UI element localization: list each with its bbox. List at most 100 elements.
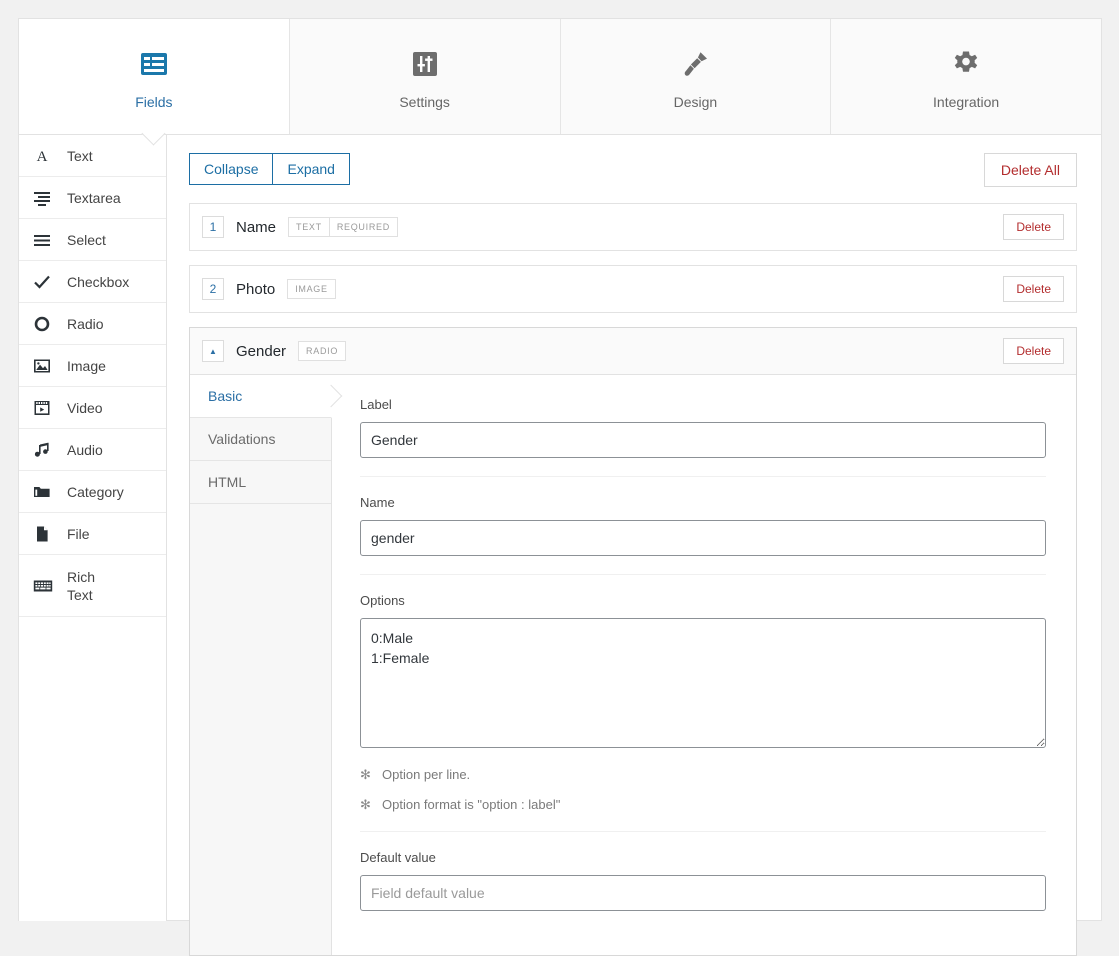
tab-basic-label: Basic — [208, 388, 243, 404]
sidebar-item-file-label: File — [67, 525, 90, 542]
tab-integration[interactable]: Integration — [831, 19, 1101, 134]
field-title: Photo — [236, 280, 276, 298]
sidebar-item-radio[interactable]: Radio — [19, 303, 166, 345]
image-icon — [33, 357, 59, 375]
name-input[interactable] — [360, 520, 1046, 556]
gear-icon — [951, 44, 981, 84]
text-lines-icon — [33, 189, 59, 207]
form-fields-icon — [139, 44, 169, 84]
sidebar-item-text-label: Text — [67, 147, 93, 164]
letter-a-icon: A — [33, 147, 59, 165]
field-header[interactable]: 2 Photo IMAGE Delete — [190, 266, 1076, 312]
sidebar-item-radio-label: Radio — [67, 315, 104, 332]
field-header[interactable]: ▲ Gender RADIO Delete — [190, 328, 1076, 375]
field-delete-button[interactable]: Delete — [1003, 338, 1064, 364]
sidebar-item-category[interactable]: Category — [19, 471, 166, 513]
paintbrush-icon — [680, 44, 710, 84]
field-header[interactable]: 1 Name TEXT REQUIRED Delete — [190, 204, 1076, 250]
sidebar-item-rich-text[interactable]: Rich Text — [19, 555, 166, 617]
sidebar-item-textarea-label: Textarea — [67, 189, 121, 206]
tab-basic[interactable]: Basic — [190, 375, 332, 418]
field-index-badge[interactable]: 2 — [202, 278, 224, 300]
delete-all-button[interactable]: Delete All — [983, 153, 1077, 187]
tab-settings[interactable]: Settings — [289, 19, 561, 134]
tab-design[interactable]: Design — [560, 19, 832, 134]
options-hint-2: ✻ Option format is "option : label" — [360, 797, 1046, 813]
sidebar-item-select-label: Select — [67, 231, 106, 248]
sidebar-item-audio[interactable]: Audio — [19, 429, 166, 471]
collapse-expand-group: Collapse Expand — [189, 153, 350, 185]
field-editor-tablist: Basic Validations HTML — [190, 375, 332, 955]
label-field-label: Label — [360, 397, 392, 412]
sidebar-item-image-label: Image — [67, 357, 106, 374]
tab-settings-label: Settings — [399, 93, 450, 110]
sliders-icon — [412, 44, 438, 84]
sidebar-item-checkbox-label: Checkbox — [67, 273, 130, 290]
field-title: Gender — [236, 342, 287, 360]
sidebar-item-audio-label: Audio — [67, 441, 103, 458]
tab-integration-label: Integration — [933, 93, 1000, 110]
sidebar-item-checkbox[interactable]: Checkbox — [19, 261, 166, 303]
field-title: Name — [236, 218, 277, 236]
file-icon — [33, 525, 59, 543]
sidebar-item-textarea[interactable]: Textarea — [19, 177, 166, 219]
folder-icon — [33, 483, 59, 501]
field-delete-button[interactable]: Delete — [1003, 276, 1064, 302]
tab-html[interactable]: HTML — [190, 461, 331, 504]
field-required-badge: REQUIRED — [328, 218, 397, 236]
field-card-gender: ▲ Gender RADIO Delete Basic Validations … — [189, 327, 1077, 956]
expand-button[interactable]: Expand — [273, 153, 350, 185]
video-icon — [33, 399, 59, 417]
field-type-badge: TEXT — [289, 218, 329, 236]
field-index-badge[interactable]: 1 — [202, 216, 224, 238]
options-textarea[interactable]: 0:Male 1:Female — [360, 618, 1046, 748]
asterisk-icon: ✻ — [360, 767, 371, 782]
default-value-field-group: Default value — [360, 831, 1046, 929]
tab-design-label: Design — [673, 93, 718, 110]
default-value-field-label: Default value — [360, 850, 436, 865]
sidebar-item-video[interactable]: Video — [19, 387, 166, 429]
primary-tabbar: Fields Settings Design Integration — [19, 19, 1101, 146]
tab-validations[interactable]: Validations — [190, 418, 331, 461]
field-badges: IMAGE — [287, 279, 336, 299]
field-type-badge: RADIO — [299, 342, 346, 360]
label-field-group: Label — [360, 397, 1046, 476]
options-field-label: Options — [360, 593, 405, 608]
svg-text:A: A — [37, 149, 48, 165]
name-field-group: Name — [360, 476, 1046, 574]
tab-html-label: HTML — [208, 474, 247, 490]
field-card-photo: 2 Photo IMAGE Delete — [189, 265, 1077, 313]
field-badges: TEXT REQUIRED — [288, 217, 398, 237]
options-hint-2-text: Option format is "option : label" — [382, 797, 561, 812]
sidebar-item-image[interactable]: Image — [19, 345, 166, 387]
label-input[interactable] — [360, 422, 1046, 458]
checkmark-icon — [33, 273, 59, 291]
collapse-button[interactable]: Collapse — [189, 153, 274, 185]
field-editor-form: Label Name Options 0:Male 1:Female ✻ — [332, 375, 1076, 955]
app-window: Fields Settings Design Integration A Tex… — [18, 18, 1102, 956]
sidebar-item-video-label: Video — [67, 399, 103, 416]
sidebar-item-text[interactable]: A Text — [19, 135, 166, 177]
tab-fields[interactable]: Fields — [19, 19, 290, 146]
options-hint-1: ✻ Option per line. — [360, 767, 1046, 783]
workspace: A Text Textarea Select Checkbox Radio Im… — [19, 135, 1101, 956]
options-hint-1-text: Option per line. — [382, 767, 471, 782]
field-editor-panel: Basic Validations HTML Label Gender Name… — [190, 375, 1076, 955]
fields-pane: Collapse Expand Delete All 1 Name TEXT R… — [167, 135, 1101, 956]
field-collapse-toggle[interactable]: ▲ — [202, 340, 224, 362]
tab-fields-label: Fields — [135, 93, 173, 110]
options-field-group: Options 0:Male 1:Female ✻ Option per lin… — [360, 574, 1046, 831]
sidebar-item-select[interactable]: Select — [19, 219, 166, 261]
default-value-input[interactable] — [360, 875, 1046, 911]
keyboard-icon — [33, 577, 59, 595]
tab-validations-label: Validations — [208, 431, 276, 447]
radio-circle-icon — [33, 315, 59, 333]
sidebar-item-file[interactable]: File — [19, 513, 166, 555]
name-field-label: Name — [360, 495, 395, 510]
sidebar-item-rich-text-label: Rich Text — [67, 568, 96, 603]
field-card-name: 1 Name TEXT REQUIRED Delete — [189, 203, 1077, 251]
fields-toolbar: Collapse Expand Delete All — [189, 153, 1077, 187]
field-badges: RADIO — [298, 341, 347, 361]
field-delete-button[interactable]: Delete — [1003, 214, 1064, 240]
field-type-list: A Text Textarea Select Checkbox Radio Im… — [19, 135, 167, 921]
